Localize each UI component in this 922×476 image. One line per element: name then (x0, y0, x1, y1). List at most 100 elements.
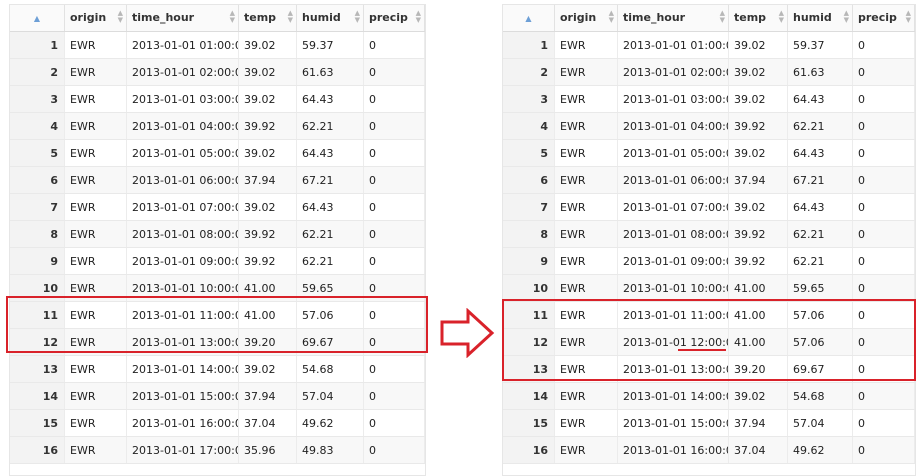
cell-temp: 39.02 (729, 383, 788, 409)
cell-humid: 57.04 (788, 410, 853, 436)
table-row[interactable]: 6 EWR 2013-01-01 06:00:00 37.94 67.21 0 (503, 167, 915, 194)
table-row[interactable]: 5 EWR 2013-01-01 05:00:00 39.02 64.43 0 (10, 140, 425, 167)
column-header-temp[interactable]: temp ▲ ▼ (239, 5, 297, 31)
table-row[interactable]: 16 EWR 2013-01-01 16:00:00 37.04 49.62 0 (503, 437, 915, 464)
sort-toggle-icon[interactable]: ▲ ▼ (355, 10, 360, 24)
row-number-cell: 13 (10, 356, 65, 382)
cell-origin: EWR (65, 221, 127, 247)
cell-precip: 0 (364, 356, 425, 382)
row-number-header[interactable]: ▲ (10, 5, 65, 31)
table-row[interactable]: 5 EWR 2013-01-01 05:00:00 39.02 64.43 0 (503, 140, 915, 167)
cell-origin: EWR (555, 32, 618, 58)
cell-temp: 37.04 (239, 410, 297, 436)
table-row[interactable]: 14 EWR 2013-01-01 14:00:00 39.02 54.68 0 (503, 383, 915, 410)
sort-toggle-icon[interactable]: ▲ ▼ (118, 10, 123, 24)
column-header-origin[interactable]: origin ▲ ▼ (65, 5, 127, 31)
cell-precip: 0 (364, 383, 425, 409)
sort-toggle-icon[interactable]: ▲ ▼ (844, 10, 849, 24)
table-row[interactable]: 4 EWR 2013-01-01 04:00:00 39.92 62.21 0 (10, 113, 425, 140)
cell-temp: 35.96 (239, 437, 297, 463)
table-row[interactable]: 8 EWR 2013-01-01 08:00:00 39.92 62.21 0 (503, 221, 915, 248)
cell-precip: 0 (853, 437, 915, 463)
row-number-cell: 15 (10, 410, 65, 436)
row-number-cell: 1 (503, 32, 555, 58)
table-row[interactable]: 15 EWR 2013-01-01 15:00:00 37.94 57.04 0 (503, 410, 915, 437)
cell-precip: 0 (853, 32, 915, 58)
cell-origin: EWR (555, 86, 618, 112)
cell-humid: 64.43 (297, 140, 364, 166)
table-row[interactable]: 10 EWR 2013-01-01 10:00:00 41.00 59.65 0 (503, 275, 915, 302)
column-header-precip[interactable]: precip ▲ ▼ (853, 5, 915, 31)
cell-origin: EWR (555, 113, 618, 139)
cell-humid: 54.68 (788, 383, 853, 409)
cell-origin: EWR (555, 167, 618, 193)
cell-temp: 39.02 (729, 32, 788, 58)
sort-asc-icon[interactable]: ▲ (34, 6, 40, 32)
cell-precip: 0 (853, 410, 915, 436)
table-row[interactable]: 9 EWR 2013-01-01 09:00:00 39.92 62.21 0 (503, 248, 915, 275)
table-row[interactable]: 8 EWR 2013-01-01 08:00:00 39.92 62.21 0 (10, 221, 425, 248)
row-number-cell: 14 (503, 383, 555, 409)
column-header-temp[interactable]: temp ▲ ▼ (729, 5, 788, 31)
row-number-cell: 4 (503, 113, 555, 139)
cell-time-hour: 2013-01-01 07:00:00 (127, 194, 239, 220)
cell-precip: 0 (364, 113, 425, 139)
cell-temp: 37.94 (239, 383, 297, 409)
column-header-precip[interactable]: precip ▲ ▼ (364, 5, 425, 31)
cell-humid: 54.68 (297, 356, 364, 382)
cell-origin: EWR (555, 275, 618, 301)
table-row[interactable]: 14 EWR 2013-01-01 15:00:00 37.94 57.04 0 (10, 383, 425, 410)
table-row[interactable]: 9 EWR 2013-01-01 09:00:00 39.92 62.21 0 (10, 248, 425, 275)
cell-time-hour: 2013-01-01 01:00:00 (618, 32, 729, 58)
sort-asc-icon[interactable]: ▲ (525, 6, 531, 32)
cell-origin: EWR (555, 59, 618, 85)
column-header-origin[interactable]: origin ▲ ▼ (555, 5, 618, 31)
sort-toggle-icon[interactable]: ▲ ▼ (230, 10, 235, 24)
cell-temp: 39.02 (729, 140, 788, 166)
table-row[interactable]: 2 EWR 2013-01-01 02:00:00 39.02 61.63 0 (503, 59, 915, 86)
cell-origin: EWR (65, 410, 127, 436)
row-number-cell: 15 (503, 410, 555, 436)
table-row[interactable]: 2 EWR 2013-01-01 02:00:00 39.02 61.63 0 (10, 59, 425, 86)
cell-humid: 64.43 (788, 86, 853, 112)
cell-origin: EWR (555, 140, 618, 166)
column-header-time-hour[interactable]: time_hour ▲ ▼ (618, 5, 729, 31)
cell-origin: EWR (65, 356, 127, 382)
cell-precip: 0 (364, 140, 425, 166)
cell-humid: 62.21 (297, 221, 364, 247)
cell-precip: 0 (853, 221, 915, 247)
cell-precip: 0 (364, 59, 425, 85)
table-row[interactable]: 16 EWR 2013-01-01 17:00:00 35.96 49.83 0 (10, 437, 425, 464)
table-row[interactable]: 4 EWR 2013-01-01 04:00:00 39.92 62.21 0 (503, 113, 915, 140)
table-row[interactable]: 7 EWR 2013-01-01 07:00:00 39.02 64.43 0 (10, 194, 425, 221)
cell-humid: 57.04 (297, 383, 364, 409)
sort-toggle-icon[interactable]: ▲ ▼ (416, 10, 421, 24)
sort-toggle-icon[interactable]: ▲ ▼ (609, 10, 614, 24)
table-row[interactable]: 6 EWR 2013-01-01 06:00:00 37.94 67.21 0 (10, 167, 425, 194)
cell-precip: 0 (364, 221, 425, 247)
sort-toggle-icon[interactable]: ▲ ▼ (288, 10, 293, 24)
cell-precip: 0 (853, 275, 915, 301)
table-row[interactable]: 13 EWR 2013-01-01 14:00:00 39.02 54.68 0 (10, 356, 425, 383)
table-row[interactable]: 15 EWR 2013-01-01 16:00:00 37.04 49.62 0 (10, 410, 425, 437)
sort-toggle-icon[interactable]: ▲ ▼ (906, 10, 911, 24)
cell-humid: 62.21 (788, 248, 853, 274)
row-number-cell: 14 (10, 383, 65, 409)
cell-origin: EWR (65, 248, 127, 274)
table-row[interactable]: 7 EWR 2013-01-01 07:00:00 39.02 64.43 0 (503, 194, 915, 221)
sort-toggle-icon[interactable]: ▲ ▼ (720, 10, 725, 24)
column-header-humid[interactable]: humid ▲ ▼ (788, 5, 853, 31)
table-row[interactable]: 1 EWR 2013-01-01 01:00:00 39.02 59.37 0 (10, 32, 425, 59)
table-row[interactable]: 1 EWR 2013-01-01 01:00:00 39.02 59.37 0 (503, 32, 915, 59)
cell-humid: 61.63 (297, 59, 364, 85)
column-header-humid[interactable]: humid ▲ ▼ (297, 5, 364, 31)
cell-origin: EWR (65, 32, 127, 58)
sort-toggle-icon[interactable]: ▲ ▼ (779, 10, 784, 24)
cell-precip: 0 (853, 248, 915, 274)
table-row[interactable]: 3 EWR 2013-01-01 03:00:00 39.02 64.43 0 (503, 86, 915, 113)
row-number-header[interactable]: ▲ (503, 5, 555, 31)
table-row[interactable]: 3 EWR 2013-01-01 03:00:00 39.02 64.43 0 (10, 86, 425, 113)
column-header-time-hour[interactable]: time_hour ▲ ▼ (127, 5, 239, 31)
cell-time-hour: 2013-01-01 09:00:00 (127, 248, 239, 274)
cell-time-hour: 2013-01-01 04:00:00 (127, 113, 239, 139)
